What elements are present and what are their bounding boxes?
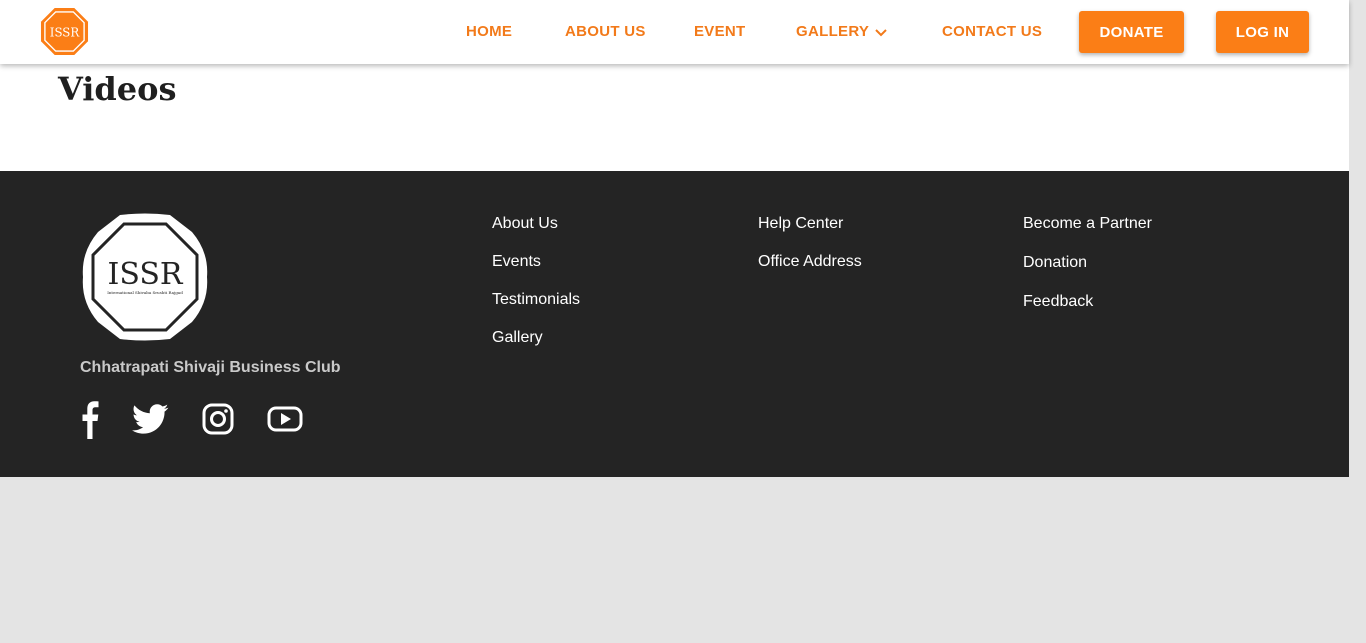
footer-link-about-us[interactable]: About Us <box>492 215 558 233</box>
login-button[interactable]: LOG IN <box>1216 11 1309 53</box>
nav-event[interactable]: EVENT <box>694 23 746 40</box>
issr-logo[interactable]: ISSR <box>40 7 89 56</box>
nav-about-us[interactable]: ABOUT US <box>565 23 646 40</box>
twitter-icon[interactable] <box>132 399 169 439</box>
footer-link-testimonials[interactable]: Testimonials <box>492 291 580 309</box>
footer-link-gallery[interactable]: Gallery <box>492 329 543 347</box>
footer: ISSR International Shivaba Srushti Rajga… <box>0 171 1349 477</box>
footer-link-office-address[interactable]: Office Address <box>758 253 862 271</box>
youtube-icon[interactable] <box>267 399 303 439</box>
nav-home[interactable]: HOME <box>466 23 512 40</box>
instagram-icon[interactable] <box>202 399 234 439</box>
page-title: Videos <box>58 70 177 108</box>
chevron-down-icon[interactable] <box>874 25 888 39</box>
club-name: Chhatrapati Shivaji Business Club <box>80 359 341 376</box>
logo-text: ISSR <box>50 25 81 39</box>
facebook-icon[interactable] <box>80 399 99 439</box>
donate-button[interactable]: DONATE <box>1079 11 1184 53</box>
footer-link-feedback[interactable]: Feedback <box>1023 293 1093 311</box>
footer-logo-subtext: International Shivaba Srushti Rajgad <box>107 290 183 295</box>
header: ISSR HOME ABOUT US EVENT GALLERY CONTACT… <box>0 0 1349 64</box>
footer-link-donation[interactable]: Donation <box>1023 254 1087 272</box>
nav-gallery[interactable]: GALLERY <box>796 23 869 40</box>
footer-link-events[interactable]: Events <box>492 253 541 271</box>
footer-link-help-center[interactable]: Help Center <box>758 215 843 233</box>
nav-contact-us[interactable]: CONTACT US <box>942 23 1042 40</box>
footer-link-become-partner[interactable]: Become a Partner <box>1023 215 1152 233</box>
footer-issr-logo[interactable]: ISSR International Shivaba Srushti Rajga… <box>80 212 210 342</box>
scrollbar[interactable] <box>1349 0 1366 643</box>
footer-logo-text: ISSR <box>107 257 183 292</box>
